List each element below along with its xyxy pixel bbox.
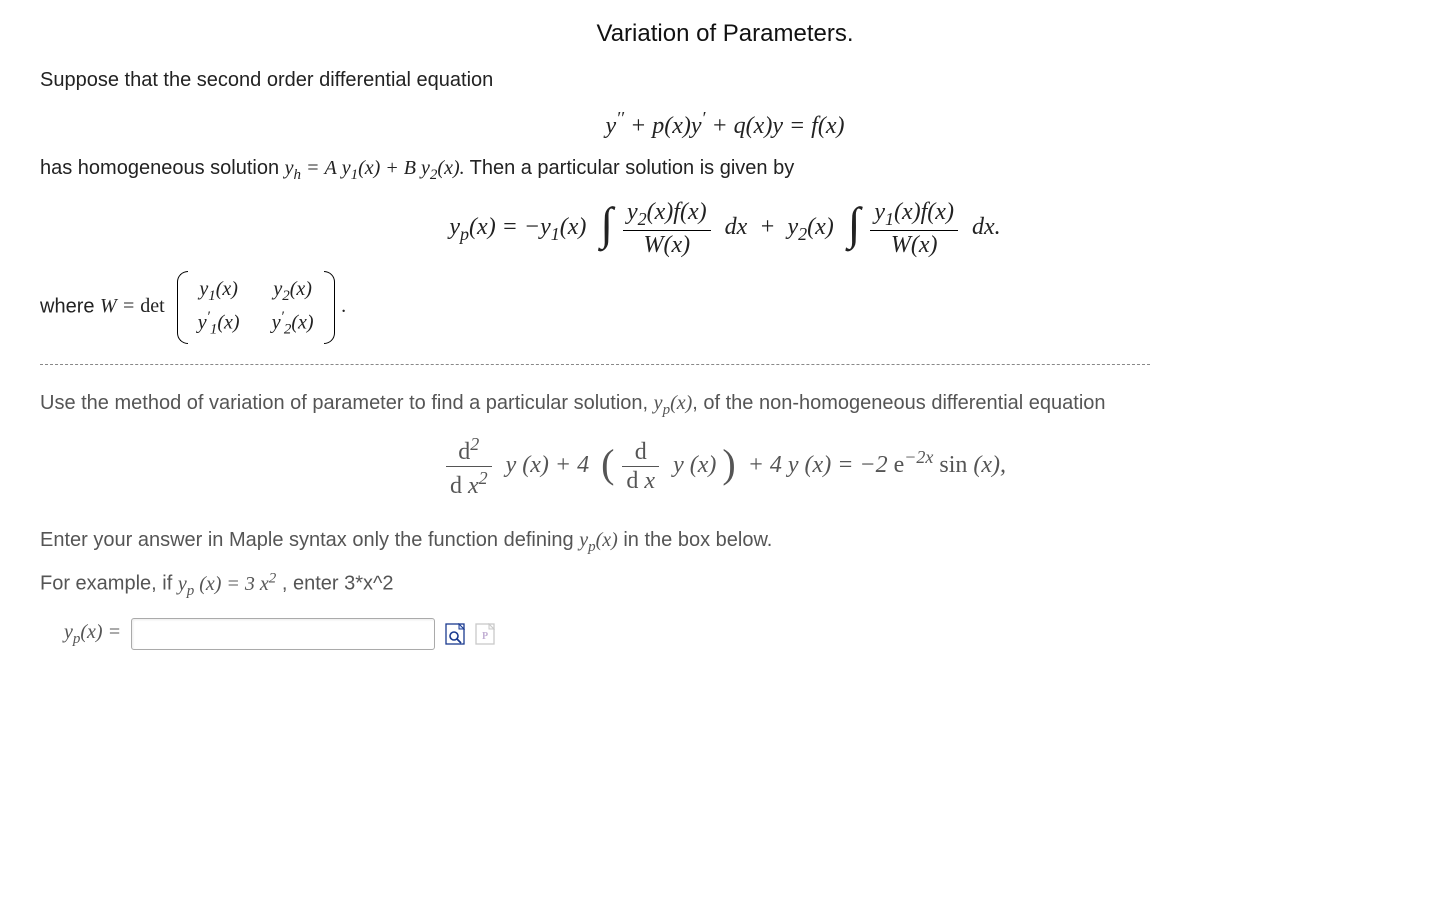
particular-solution-formula: yp(x) = −y1(x) ∫ y2(x)f(x) W(x) dx + y2(… xyxy=(40,200,1410,257)
document-icon[interactable]: P xyxy=(475,623,495,645)
where-label: where xyxy=(40,295,100,317)
answer-row: yp(x) = P xyxy=(64,618,1410,650)
preview-icon[interactable] xyxy=(445,623,465,645)
question-line-1: Use the method of variation of parameter… xyxy=(40,389,1410,421)
instruction-line-2: Enter your answer in Maple syntax only t… xyxy=(40,526,1410,558)
intro-line-1: Suppose that the second order differenti… xyxy=(40,66,1410,94)
question-line-1b: , of the non-homogeneous differential eq… xyxy=(692,392,1105,414)
instruction-line-3: For example, if yp (x) = 3 x2 , enter 3*… xyxy=(40,568,1410,602)
yp-inline-2: yp(x) xyxy=(579,529,618,551)
answer-prompt: yp(x) = xyxy=(64,621,121,648)
page-title: Variation of Parameters. xyxy=(40,20,1410,48)
answer-input[interactable] xyxy=(131,618,435,650)
example-math: yp (x) = 3 x2 xyxy=(178,573,276,595)
instruction-line-2b: in the box below. xyxy=(623,529,772,551)
target-ode: d2 d x2 y (x) + 4 ( d d x y (x) ) + 4 y … xyxy=(40,435,1410,498)
intro-line-2a: has homogeneous solution xyxy=(40,157,285,179)
question-line-1a: Use the method of variation of parameter… xyxy=(40,392,654,414)
yp-inline: yp(x) xyxy=(654,392,693,414)
homogeneous-solution: yh = A y1(x) + B y2(x). xyxy=(285,157,470,179)
wronskian-definition: where W = det y1(x) y2(x) y′1(x) y′2(x) … xyxy=(40,271,1410,345)
svg-text:P: P xyxy=(482,631,488,642)
instruction-line-3a: For example, if xyxy=(40,573,178,595)
instruction-line-3b: , enter 3*x^2 xyxy=(282,573,394,595)
instruction-line-2a: Enter your answer in Maple syntax only t… xyxy=(40,529,579,551)
intro-line-2b: Then a particular solution is given by xyxy=(470,157,795,179)
section-divider xyxy=(40,364,1150,365)
det-label: det xyxy=(140,295,164,317)
wronskian-math: W = det y1(x) y2(x) y′1(x) y′2(x) . xyxy=(100,295,347,317)
intro-line-2: has homogeneous solution yh = A y1(x) + … xyxy=(40,154,1410,186)
ode-text: y′′ + p(x)y′ + q(x)y = f(x) xyxy=(606,113,845,139)
ode-equation: y′′ + p(x)y′ + q(x)y = f(x) xyxy=(40,108,1410,140)
